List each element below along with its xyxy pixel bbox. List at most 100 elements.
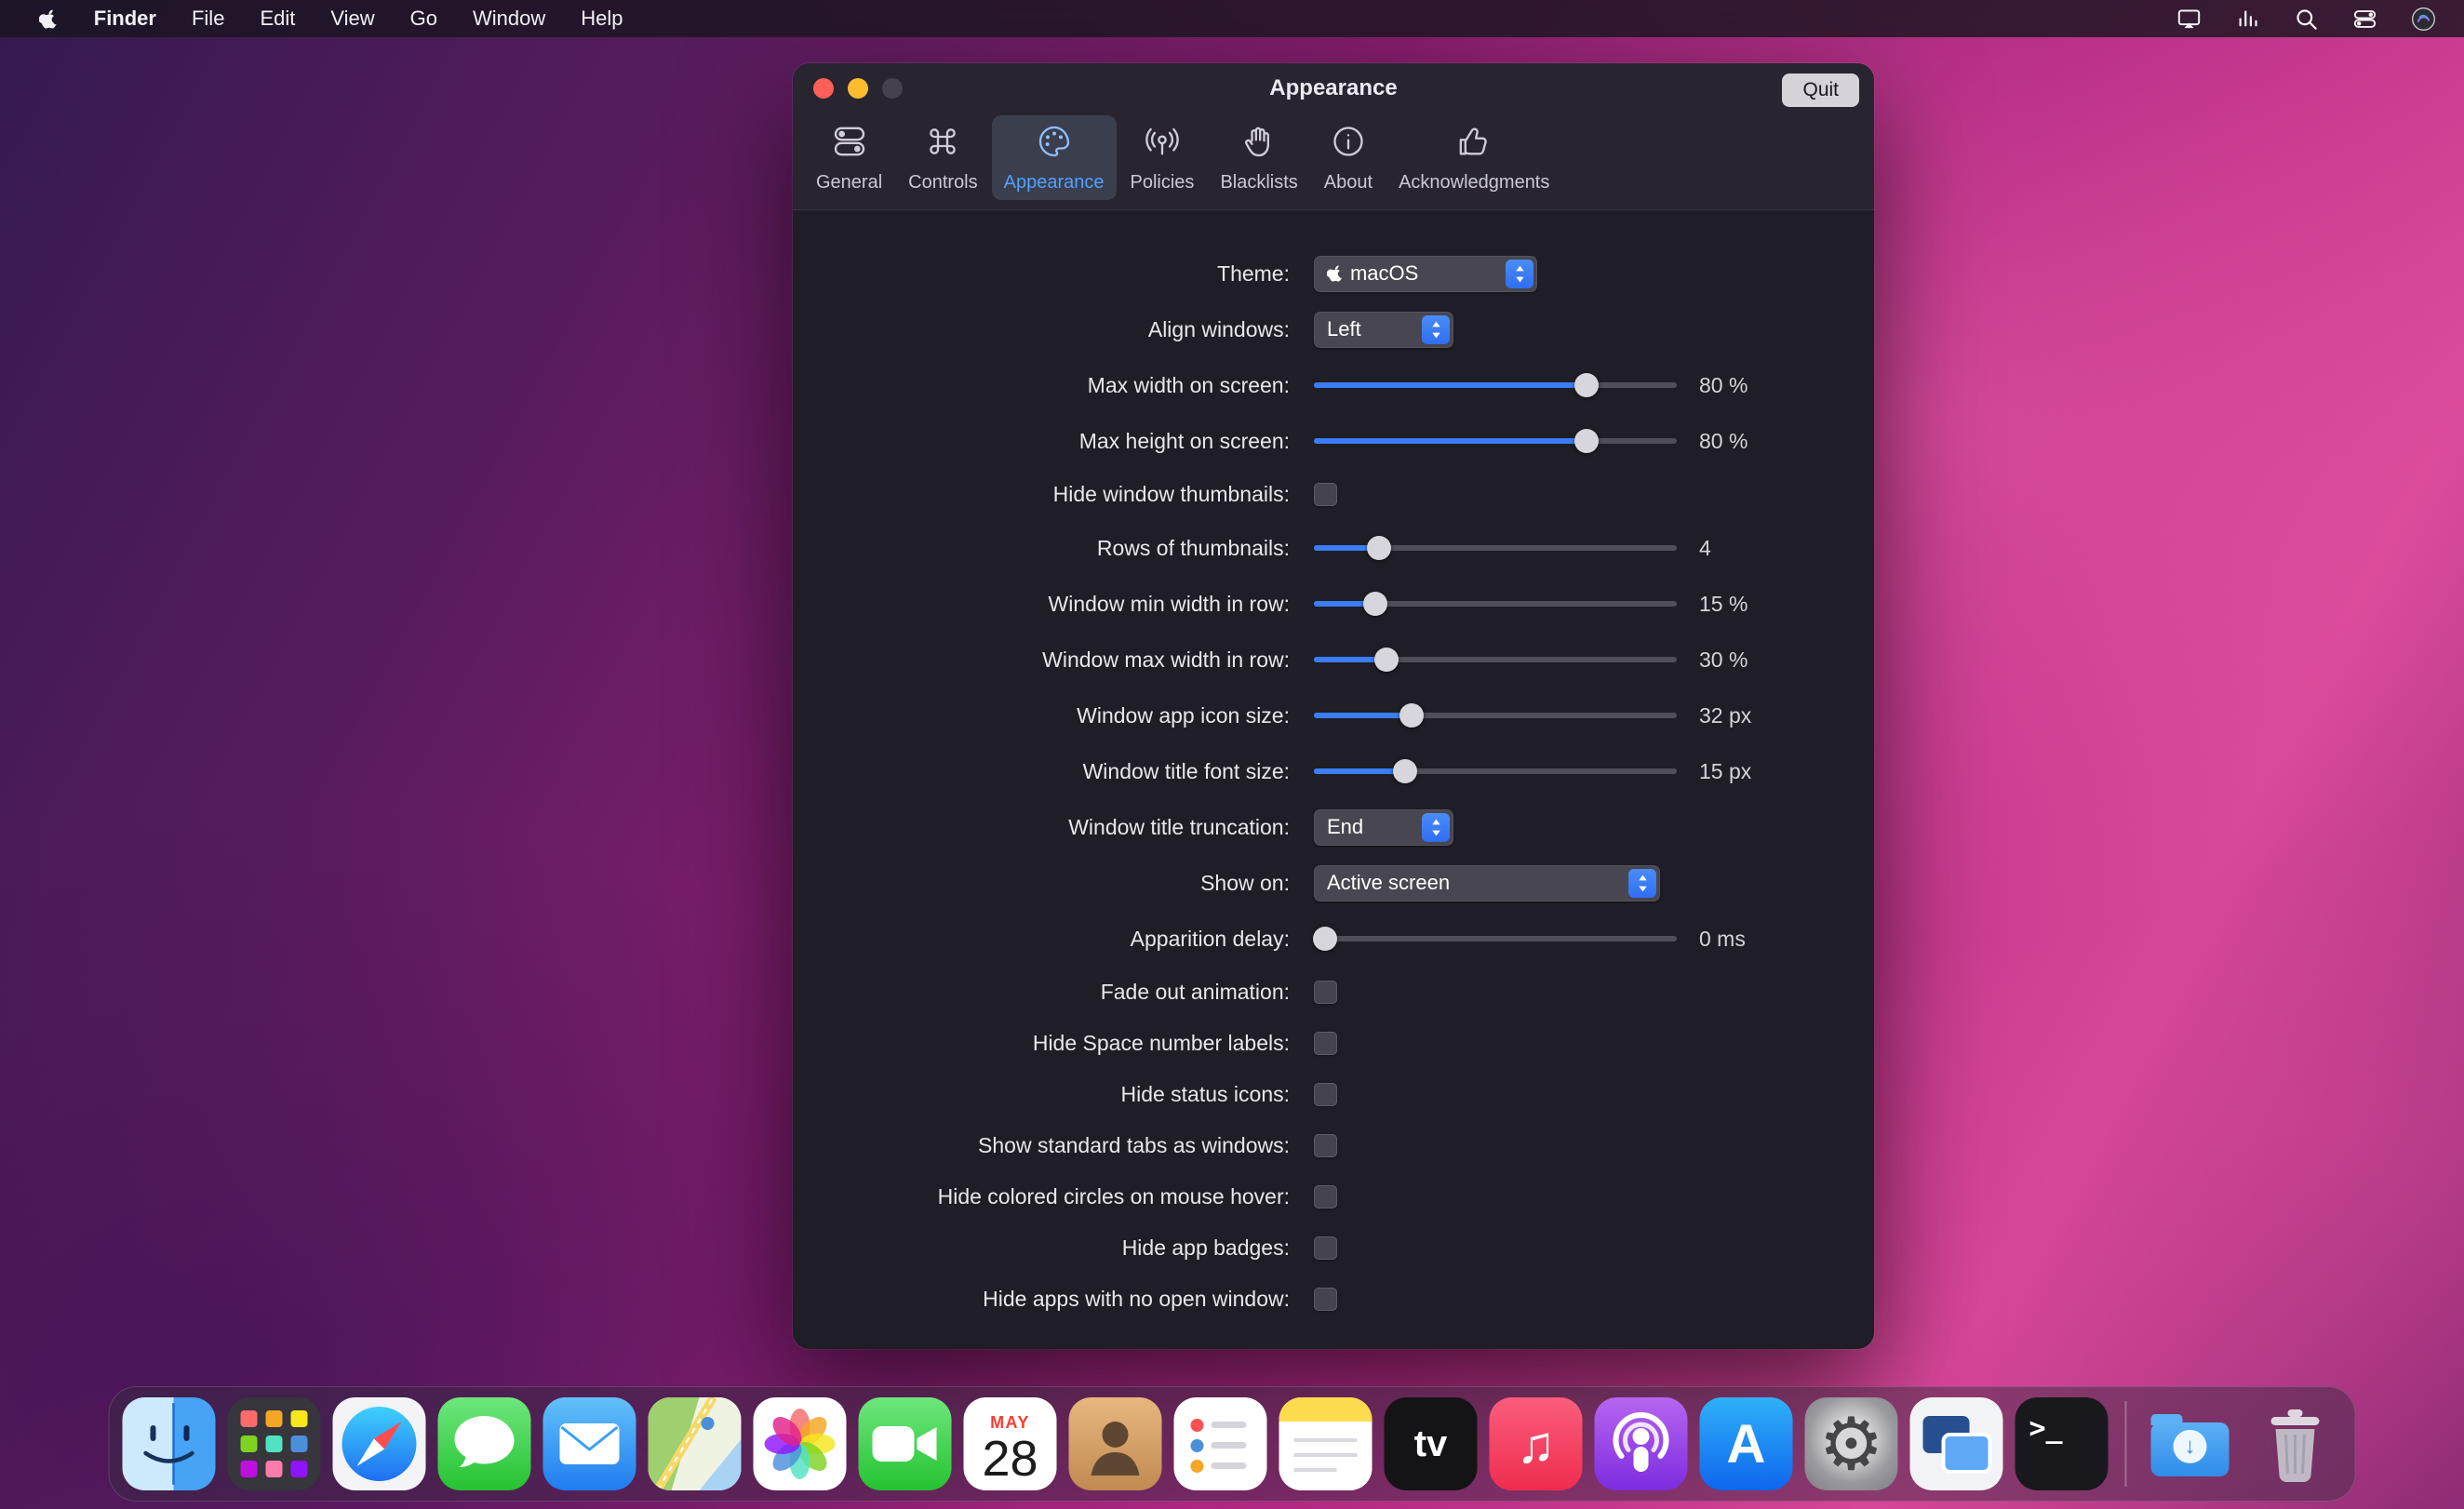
tab-general[interactable]: General <box>804 115 894 200</box>
setting-row-hide-status-icons: Hide status icons: <box>793 1069 1874 1120</box>
dock-app-store-icon[interactable]: A <box>1700 1397 1793 1490</box>
menu-window[interactable]: Window <box>455 7 563 30</box>
setting-control <box>1314 483 1337 506</box>
dock-alttab-icon[interactable] <box>1910 1397 2003 1490</box>
dock-messages-icon[interactable] <box>438 1397 531 1490</box>
show-standard-tabs-as-windows-checkbox[interactable] <box>1314 1134 1337 1157</box>
slider-fill <box>1314 382 1587 388</box>
setting-row-window-min-width-in-row: Window min width in row:15 % <box>793 576 1874 632</box>
terminal-prompt-glyph: >_ <box>2029 1412 2063 1445</box>
align-windows-select[interactable]: Left <box>1314 312 1453 348</box>
menu-help[interactable]: Help <box>563 7 640 30</box>
setting-label: Hide window thumbnails: <box>793 482 1314 507</box>
window-app-icon-size-slider[interactable] <box>1314 703 1677 728</box>
search-icon[interactable] <box>2294 7 2319 32</box>
dock-podcasts-icon[interactable] <box>1595 1397 1688 1490</box>
menu-finder[interactable]: Finder <box>76 7 174 30</box>
dock-photos-icon[interactable] <box>754 1397 847 1490</box>
dock-trash-icon[interactable] <box>2249 1397 2342 1490</box>
dock-system-preferences-icon[interactable]: ⚙ <box>1805 1397 1898 1490</box>
dock-facetime-icon[interactable] <box>859 1397 952 1490</box>
fade-out-animation-checkbox[interactable] <box>1314 981 1337 1004</box>
hide-app-badges-checkbox[interactable] <box>1314 1236 1337 1260</box>
show-on-select[interactable]: Active screen <box>1314 865 1660 901</box>
select-stepper-icon <box>1422 813 1450 842</box>
dock-finder-icon[interactable] <box>123 1397 216 1490</box>
slider-thumb[interactable] <box>1374 648 1399 672</box>
setting-control: 32 px <box>1314 703 1751 728</box>
minimize-button[interactable] <box>848 78 868 99</box>
tab-policies[interactable]: Policies <box>1118 115 1207 200</box>
setting-row-window-title-font-size: Window title font size:15 px <box>793 743 1874 799</box>
siri-icon[interactable] <box>2411 7 2436 32</box>
hide-window-thumbnails-checkbox[interactable] <box>1314 483 1337 506</box>
slider-thumb[interactable] <box>1393 759 1417 783</box>
hide-apps-with-no-open-window-checkbox[interactable] <box>1314 1288 1337 1311</box>
close-button[interactable] <box>813 78 834 99</box>
slider-thumb[interactable] <box>1363 592 1387 616</box>
apple-icon <box>1327 265 1343 282</box>
menu-go[interactable]: Go <box>393 7 455 30</box>
dock-maps-icon[interactable] <box>649 1397 742 1490</box>
setting-control: End <box>1314 809 1453 846</box>
dock-safari-icon[interactable] <box>333 1397 426 1490</box>
apparition-delay-slider[interactable] <box>1314 927 1677 951</box>
rows-of-thumbnails-slider[interactable] <box>1314 536 1677 560</box>
tab-appearance[interactable]: Appearance <box>992 115 1117 200</box>
setting-control <box>1314 1185 1337 1209</box>
slider-thumb[interactable] <box>1574 429 1599 453</box>
window-title-font-size-slider[interactable] <box>1314 759 1677 783</box>
max-width-on-screen-slider[interactable] <box>1314 373 1677 397</box>
dock-mail-icon[interactable] <box>543 1397 636 1490</box>
menu-edit[interactable]: Edit <box>242 7 313 30</box>
music-note-glyph: ♫ <box>1517 1414 1556 1475</box>
slider-thumb[interactable] <box>1367 536 1391 560</box>
menu-view[interactable]: View <box>313 7 392 30</box>
dock-calendar-icon[interactable]: MAY28 <box>964 1397 1057 1490</box>
about-icon <box>1330 123 1367 166</box>
setting-label: Window title font size: <box>793 759 1314 784</box>
setting-control: 80 % <box>1314 373 1748 398</box>
screen-mirroring-icon[interactable] <box>2176 7 2202 32</box>
dock-reminders-icon[interactable] <box>1174 1397 1267 1490</box>
tab-label: Appearance <box>1004 172 1105 194</box>
menu-file[interactable]: File <box>174 7 242 30</box>
acknowledgments-icon <box>1455 123 1493 166</box>
stats-icon[interactable] <box>2235 7 2260 32</box>
window-max-width-in-row-slider[interactable] <box>1314 648 1677 672</box>
tab-controls[interactable]: Controls <box>896 115 989 200</box>
dock-notes-icon[interactable] <box>1279 1397 1373 1490</box>
dock-launchpad-icon[interactable] <box>228 1397 321 1490</box>
dock-downloads-icon[interactable]: ↓ <box>2144 1397 2237 1490</box>
tab-label: Blacklists <box>1220 172 1297 194</box>
tab-acknowledgments[interactable]: Acknowledgments <box>1386 115 1561 200</box>
dock-tv-icon[interactable]: tv <box>1385 1397 1478 1490</box>
quit-button[interactable]: Quit <box>1782 73 1859 107</box>
setting-control: Active screen <box>1314 865 1660 901</box>
dock-terminal-icon[interactable]: >_ <box>2015 1397 2109 1490</box>
hide-colored-circles-on-mouse-hover-checkbox[interactable] <box>1314 1185 1337 1209</box>
window-min-width-in-row-slider[interactable] <box>1314 592 1677 616</box>
setting-control <box>1314 1134 1337 1157</box>
setting-row-apparition-delay: Apparition delay:0 ms <box>793 911 1874 967</box>
tab-blacklists[interactable]: Blacklists <box>1208 115 1309 200</box>
window-title-truncation-select[interactable]: End <box>1314 809 1453 846</box>
hide-status-icons-checkbox[interactable] <box>1314 1083 1337 1106</box>
apple-menu-icon[interactable] <box>20 9 76 29</box>
theme-select[interactable]: macOS <box>1314 256 1537 292</box>
slider-thumb[interactable] <box>1574 373 1599 397</box>
tab-label: General <box>816 172 882 194</box>
control-center-icon[interactable] <box>2352 7 2377 32</box>
setting-row-fade-out-animation: Fade out animation: <box>793 967 1874 1018</box>
hide-space-number-labels-checkbox[interactable] <box>1314 1032 1337 1055</box>
slider-thumb[interactable] <box>1313 927 1337 951</box>
setting-control: 80 % <box>1314 429 1748 454</box>
max-height-on-screen-slider[interactable] <box>1314 429 1677 453</box>
dock-music-icon[interactable]: ♫ <box>1490 1397 1583 1490</box>
setting-row-theme: Theme:macOS <box>793 246 1874 301</box>
tab-about[interactable]: About <box>1312 115 1385 200</box>
slider-thumb[interactable] <box>1399 703 1424 728</box>
slider-track <box>1314 768 1677 774</box>
dock-contacts-icon[interactable] <box>1069 1397 1162 1490</box>
setting-label: Hide app badges: <box>793 1235 1314 1261</box>
